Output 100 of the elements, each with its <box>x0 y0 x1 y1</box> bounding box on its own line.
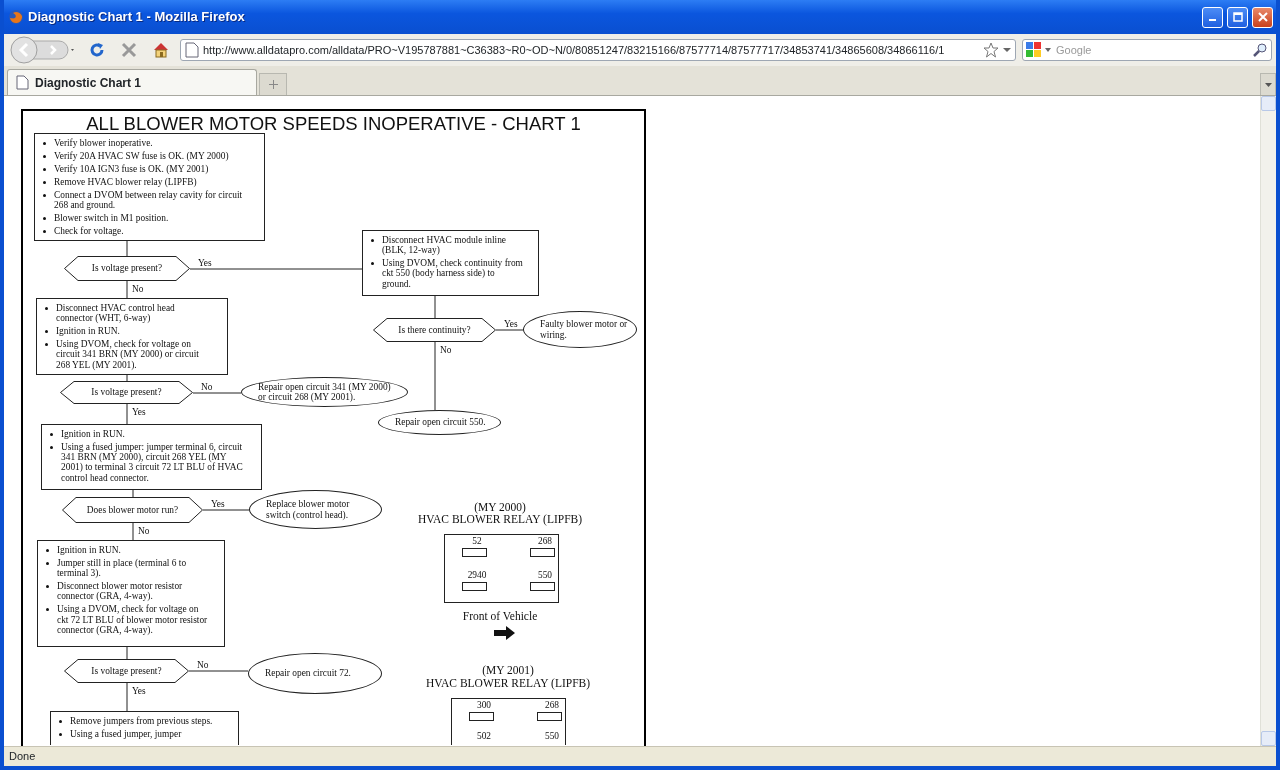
window-title: Diagnostic Chart 1 - Mozilla Firefox <box>28 8 246 27</box>
address-bar[interactable]: http://www.alldatapro.com/alldata/PRO~V195787881~C36383~R0~OD~N/0/80851247/83215166/87577714/87577717/34853741/34865608/34866116/1 <box>180 39 1016 61</box>
new-tab-button[interactable] <box>259 73 287 95</box>
decision-node: Is voltage present? <box>64 659 189 683</box>
terminal-number: 502 <box>475 731 493 741</box>
url-text: http://www.alldatapro.com/alldata/PRO~V195787881~C36383~R0~OD~N/0/80851247/83215166/87577714/87577717/34853741/34865608/34866116/1 <box>203 42 946 58</box>
dropdown-icon[interactable] <box>1045 48 1051 52</box>
terminal-number: 2940 <box>466 570 488 580</box>
branch-label: No <box>197 660 209 670</box>
step-text: Using DVOM, check continuity from ckt 550 (body harness side) to ground. <box>382 258 524 290</box>
bullet-icon <box>43 193 46 197</box>
step-text: Using a fused jumper: jumper terminal 6, circuit 341 BRN (MY 2000), circuit 268 YEL (MY 2001) to terminal 3 circuit 72 LT BLU of HVAC control head connector. <box>61 441 244 484</box>
end-node: Repair open circuit 341 (MY 2000) or circuit 268 (MY 2001). <box>241 377 408 407</box>
step-text: Ignition in RUN. <box>56 326 120 337</box>
branch-label: Yes <box>198 258 212 268</box>
terminal-slot <box>469 712 494 721</box>
branch-label: Yes <box>504 319 518 329</box>
branch-label: No <box>132 284 144 294</box>
bullet-icon <box>45 330 48 334</box>
connector-line <box>188 670 249 672</box>
bullet-icon <box>43 167 46 171</box>
branch-label: No <box>440 345 452 355</box>
step-text: Remove jumpers from previous steps. <box>70 716 213 727</box>
star-icon[interactable] <box>983 42 999 58</box>
front-of-vehicle-label: Front of Vehicle <box>461 610 539 623</box>
bullet-icon <box>59 720 62 723</box>
step-text: Verify blower inoperative. <box>54 138 153 149</box>
branch-label: No <box>138 526 150 536</box>
close-button[interactable] <box>1252 6 1273 28</box>
end-node: Replace blower motor switch (control head). <box>249 490 382 529</box>
terminal-number: 268 <box>536 536 554 546</box>
dropdown-icon <box>1264 82 1272 87</box>
status-text: Done <box>4 746 1276 766</box>
step-text: Disconnect HVAC module inline (BLK, 12-way) <box>382 235 508 256</box>
bullet-icon <box>46 585 49 589</box>
search-icon[interactable] <box>1252 42 1268 58</box>
relay-year: (MY 2001) <box>481 664 535 677</box>
bullet-icon <box>43 216 46 220</box>
branch-label: Yes <box>211 499 225 509</box>
bullet-icon <box>45 343 48 347</box>
step-text: Using a fused jumper, jumper <box>70 728 182 740</box>
step-text: Verify 20A HVAC SW fuse is OK. (MY 2000) <box>54 150 229 162</box>
connector-line <box>495 329 524 331</box>
step-text: Disconnect HVAC control head connector (WHT, 6-way) <box>56 303 176 324</box>
relay-year: (MY 2000) <box>473 501 527 514</box>
end-node: Repair open circuit 550. <box>378 410 501 435</box>
close-icon <box>1257 12 1268 22</box>
step-text: Using DVOM, check for voltage on circuit 341 BRN (MY 2000) or circuit 268 YEL (MY 2001). <box>56 339 200 370</box>
branch-label: Yes <box>132 407 146 417</box>
bullet-icon <box>46 561 49 565</box>
relay-title: HVAC BLOWER RELAY (LIPFB) <box>416 513 584 526</box>
relay-title: HVAC BLOWER RELAY (LIPFB) <box>424 677 592 690</box>
bullet-icon <box>43 142 46 145</box>
dropdown-icon[interactable] <box>1003 47 1011 53</box>
step-text: Disconnect blower motor resistor connector (GRA, 4-way). <box>57 581 184 602</box>
terminal-number: 550 <box>543 731 561 741</box>
browser-logo-icon <box>8 9 24 25</box>
plus-icon <box>268 80 278 89</box>
bullet-icon <box>43 180 46 184</box>
step-text: Connect a DVOM between relay cavity for circuit 268 and ground. <box>54 189 244 211</box>
terminal-slot <box>537 712 562 721</box>
bullet-icon <box>371 239 374 242</box>
browser-tab[interactable]: Diagnostic Chart 1 <box>7 69 257 95</box>
terminal-number: 268 <box>543 700 561 710</box>
terminal-number: 550 <box>536 570 554 580</box>
decision-node: Is voltage present? <box>60 381 193 404</box>
search-engine-icon[interactable] <box>1026 42 1042 58</box>
step-text: Using a DVOM, check for voltage on ckt 72 LT BLU of blower motor resistor connector (GRA, 4-way). <box>57 604 209 636</box>
tab-list-button[interactable] <box>1260 73 1276 95</box>
terminal-number: 52 <box>471 536 483 546</box>
end-node: Faulty blower motor or wiring. <box>523 311 637 348</box>
step-text: Check for voltage. <box>54 225 124 236</box>
connector-line <box>202 509 250 511</box>
step-text: Jumper still in place (terminal 6 to terminal 3). <box>57 557 188 579</box>
terminal-number: 300 <box>475 700 493 710</box>
minimize-button[interactable] <box>1202 6 1223 28</box>
page-icon <box>16 75 29 90</box>
step-text: Verify 10A IGN3 fuse is OK. (MY 2001) <box>54 163 209 175</box>
decision-node: Is voltage present? <box>64 256 190 281</box>
step-text: Ignition in RUN. <box>57 545 121 556</box>
end-node: Repair open circuit 72. <box>248 653 382 694</box>
arrow-icon <box>494 626 515 640</box>
bullet-icon <box>43 154 46 158</box>
search-bar[interactable]: Google <box>1022 39 1272 61</box>
chart-title: ALL BLOWER MOTOR SPEEDS INOPERATIVE - CHART 1 <box>85 113 582 135</box>
terminal-slot <box>462 582 487 591</box>
connector-line <box>434 341 436 411</box>
connector-line <box>192 392 242 394</box>
branch-label: No <box>201 382 213 392</box>
terminal-slot <box>530 582 555 591</box>
bullet-icon <box>46 549 49 552</box>
maximize-button[interactable] <box>1227 6 1248 28</box>
bullet-icon <box>371 262 374 266</box>
scrollbar[interactable] <box>1260 96 1276 746</box>
bullet-icon <box>50 433 53 436</box>
decision-node: Does blower motor run? <box>62 497 203 523</box>
bullet-icon <box>46 608 49 612</box>
page-icon <box>185 42 199 58</box>
bullet-icon <box>43 229 46 233</box>
branch-label: Yes <box>132 686 146 696</box>
